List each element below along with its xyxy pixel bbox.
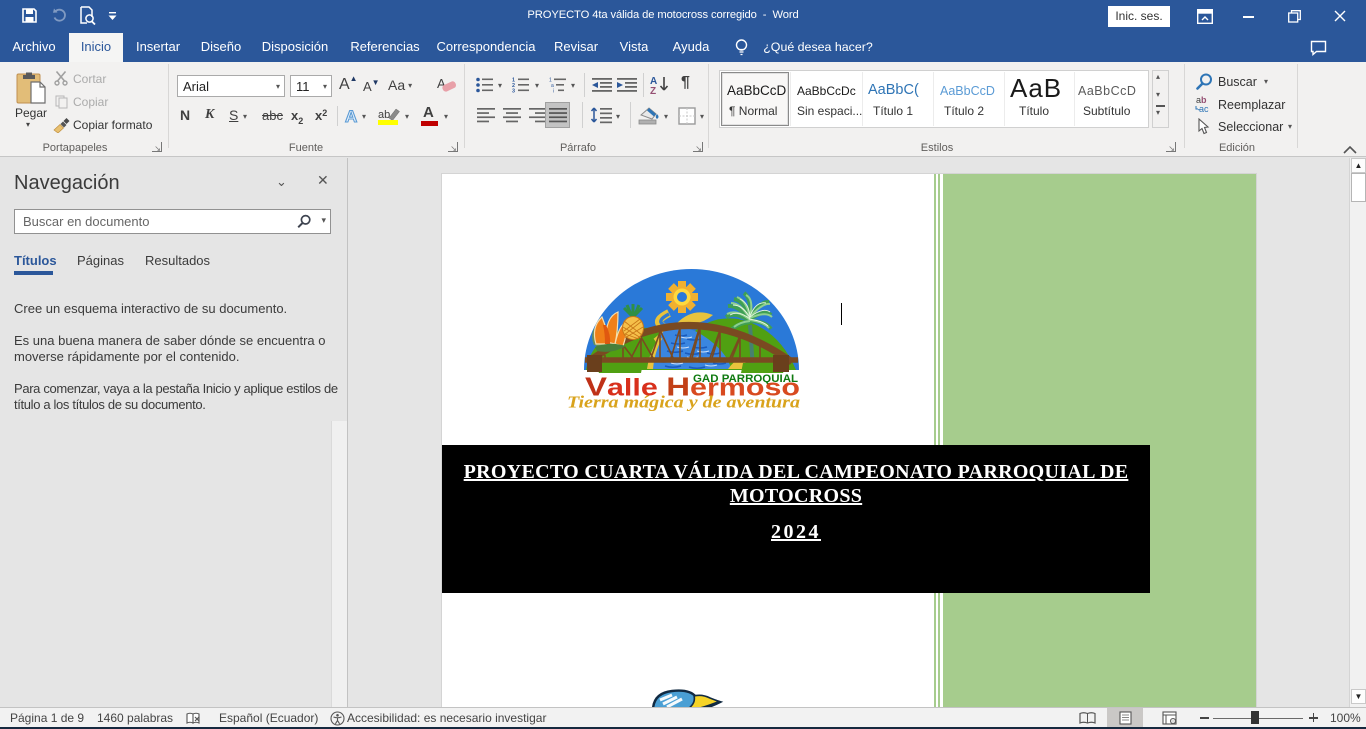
svg-text:ac: ac — [1199, 104, 1209, 114]
svg-text:ab: ab — [378, 109, 390, 121]
svg-text:A: A — [345, 107, 357, 126]
svg-text:Z: Z — [650, 86, 656, 95]
svg-text:Tierra mágica y de aventura: Tierra mágica y de aventura — [567, 393, 801, 412]
svg-text:3: 3 — [512, 89, 515, 93]
svg-text:i: i — [553, 89, 554, 93]
